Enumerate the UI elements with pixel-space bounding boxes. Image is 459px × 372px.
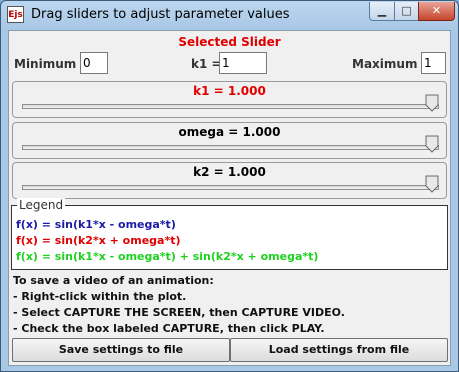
instruction-line-2: - Right-click within the plot. <box>13 290 187 303</box>
legend-line-2: f(x) = sin(k2*x + omega*t) <box>16 234 181 247</box>
minimum-field[interactable]: 0 <box>80 52 108 74</box>
slider-thumb-k2[interactable] <box>425 175 439 193</box>
window-title: Drag sliders to adjust parameter values <box>31 7 290 22</box>
save-settings-button[interactable]: Save settings to file <box>12 338 230 362</box>
title-bar[interactable]: Ejs Drag sliders to adjust parameter val… <box>1 1 458 29</box>
close-button[interactable]: ✕ <box>418 2 455 21</box>
minimize-button[interactable]: ▁ <box>369 2 395 21</box>
slider-panel-k1: k1 = 1.000 <box>12 81 447 118</box>
legend-line-1: f(x) = sin(k1*x - omega*t) <box>16 218 176 231</box>
selected-slider-title: Selected Slider <box>178 35 281 49</box>
maximum-label: Maximum = <box>352 57 432 71</box>
slider-track-k2[interactable] <box>22 185 439 190</box>
instruction-line-3: - Select CAPTURE THE SCREEN, then CAPTUR… <box>13 306 345 319</box>
maximize-button[interactable]: □ <box>394 2 419 21</box>
maximum-field[interactable]: 1 <box>421 52 446 74</box>
load-settings-button[interactable]: Load settings from file <box>230 338 448 362</box>
param-value-field[interactable]: 1 <box>219 52 267 74</box>
selected-slider-panel: Selected Slider Minimum = 0 k1 = 1 Maxim… <box>9 33 450 82</box>
slider-label-omega: omega = 1.000 <box>178 125 281 139</box>
client-area: Selected Slider Minimum = 0 k1 = 1 Maxim… <box>8 30 451 366</box>
app-window: Ejs Drag sliders to adjust parameter val… <box>0 0 459 372</box>
ejs-app-icon: Ejs <box>7 6 24 23</box>
slider-track-omega[interactable] <box>22 145 439 150</box>
slider-panel-k2: k2 = 1.000 <box>12 162 447 199</box>
param-label: k1 = <box>191 57 222 71</box>
instruction-line-4: - Check the box labeled CAPTURE, then cl… <box>13 322 325 335</box>
instruction-line-1: To save a video of an animation: <box>13 274 214 287</box>
slider-thumb-omega[interactable] <box>425 135 439 153</box>
slider-label-k1: k1 = 1.000 <box>193 84 266 98</box>
slider-label-k2: k2 = 1.000 <box>193 165 266 179</box>
slider-thumb-k1[interactable] <box>425 94 439 112</box>
slider-track-k1[interactable] <box>22 104 439 109</box>
legend-title: Legend <box>17 198 66 212</box>
legend-box: Legend f(x) = sin(k1*x - omega*t) f(x) =… <box>11 198 448 270</box>
legend-line-3: f(x) = sin(k1*x - omega*t) + sin(k2*x + … <box>16 250 319 263</box>
slider-panel-omega: omega = 1.000 <box>12 122 447 159</box>
